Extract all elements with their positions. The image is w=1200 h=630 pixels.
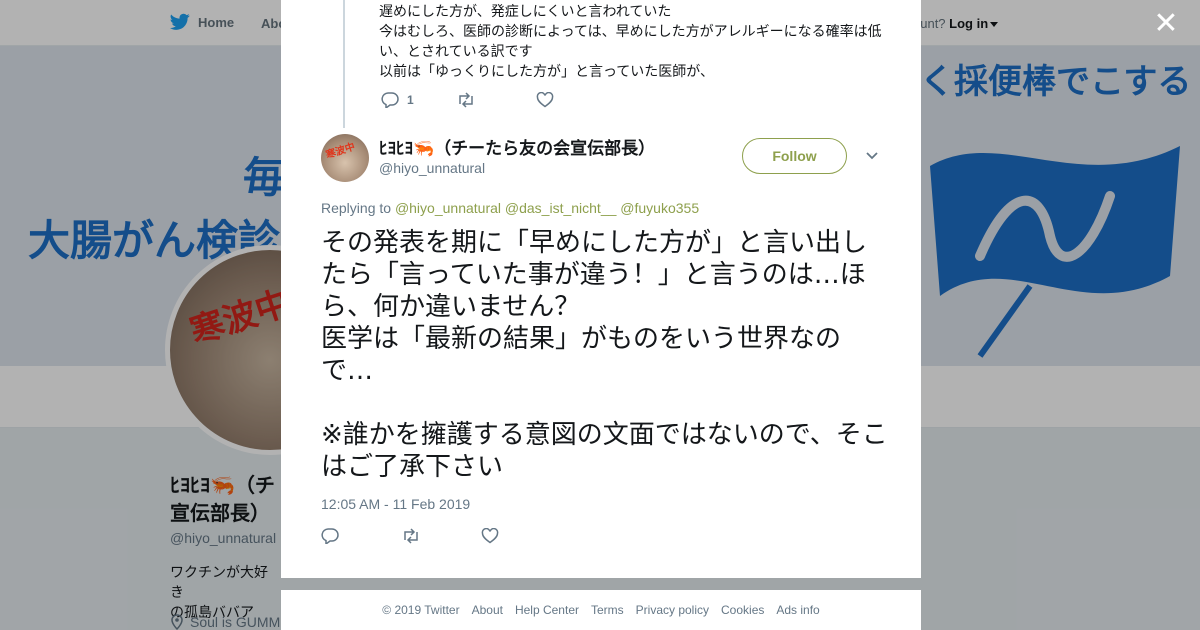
mention-link[interactable]: @das_ist_nicht__ — [505, 200, 617, 216]
tweet-author-name[interactable]: ﾋﾖﾋﾖ🦐（チーたら友の会宣伝部長） — [379, 134, 655, 159]
previous-tweet-actions: 1 — [381, 92, 554, 108]
tweet-timestamp[interactable]: 12:05 AM - 11 Feb 2019 — [321, 496, 470, 512]
replying-to-line: Replying to @hiyo_unnatural @das_ist_nic… — [321, 200, 699, 216]
tweet-actions — [321, 528, 499, 544]
site-footer: © 2019 Twitter About Help Center Terms P… — [281, 590, 921, 630]
retweet-icon — [458, 92, 473, 108]
chevron-down-icon[interactable] — [864, 148, 880, 164]
tweet-text: その発表を期に「早めにした方が」と言い出したら「言っていた事が違う！」と言うのは… — [321, 228, 888, 482]
retweet-icon — [404, 528, 418, 544]
footer-link-cookies[interactable]: Cookies — [721, 603, 764, 617]
replying-to-label: Replying to — [321, 200, 392, 216]
retweet-button[interactable] — [401, 528, 421, 544]
footer-link-privacy[interactable]: Privacy policy — [636, 603, 709, 617]
mention-link[interactable]: @hiyo_unnatural — [395, 200, 501, 216]
tweet-author-avatar[interactable]: 寒波中 — [321, 134, 369, 182]
like-button[interactable] — [536, 92, 554, 108]
like-button[interactable] — [481, 528, 499, 544]
retweet-button[interactable] — [456, 92, 476, 108]
thread-connector-line — [343, 0, 345, 128]
footer-link-about[interactable]: About — [472, 603, 503, 617]
tweet-permalink-modal: 遅めにした方が、発症しにくいと言われていた 今はむしろ、医師の診断によっては、早… — [281, 0, 921, 578]
mention-link[interactable]: @fuyuko355 — [620, 200, 699, 216]
footer-copyright: © 2019 Twitter — [382, 603, 460, 617]
reply-icon — [381, 92, 399, 108]
footer-link-terms[interactable]: Terms — [591, 603, 624, 617]
reply-count: 1 — [407, 93, 414, 107]
reply-button[interactable] — [321, 528, 339, 544]
follow-button[interactable]: Follow — [742, 138, 847, 174]
heart-icon — [481, 528, 499, 544]
previous-tweet-text: 遅めにした方が、発症しにくいと言われていた 今はむしろ、医師の診断によっては、早… — [379, 3, 882, 79]
footer-link-ads-info[interactable]: Ads info — [776, 603, 819, 617]
reply-button[interactable]: 1 — [381, 92, 414, 108]
tweet-author-handle[interactable]: @hiyo_unnatural — [379, 160, 485, 176]
footer-link-help-center[interactable]: Help Center — [515, 603, 579, 617]
close-icon[interactable]: ✕ — [1152, 9, 1180, 39]
reply-icon — [321, 528, 339, 544]
avatar-stamp-text: 寒波中 — [324, 141, 357, 162]
heart-icon — [536, 92, 553, 108]
